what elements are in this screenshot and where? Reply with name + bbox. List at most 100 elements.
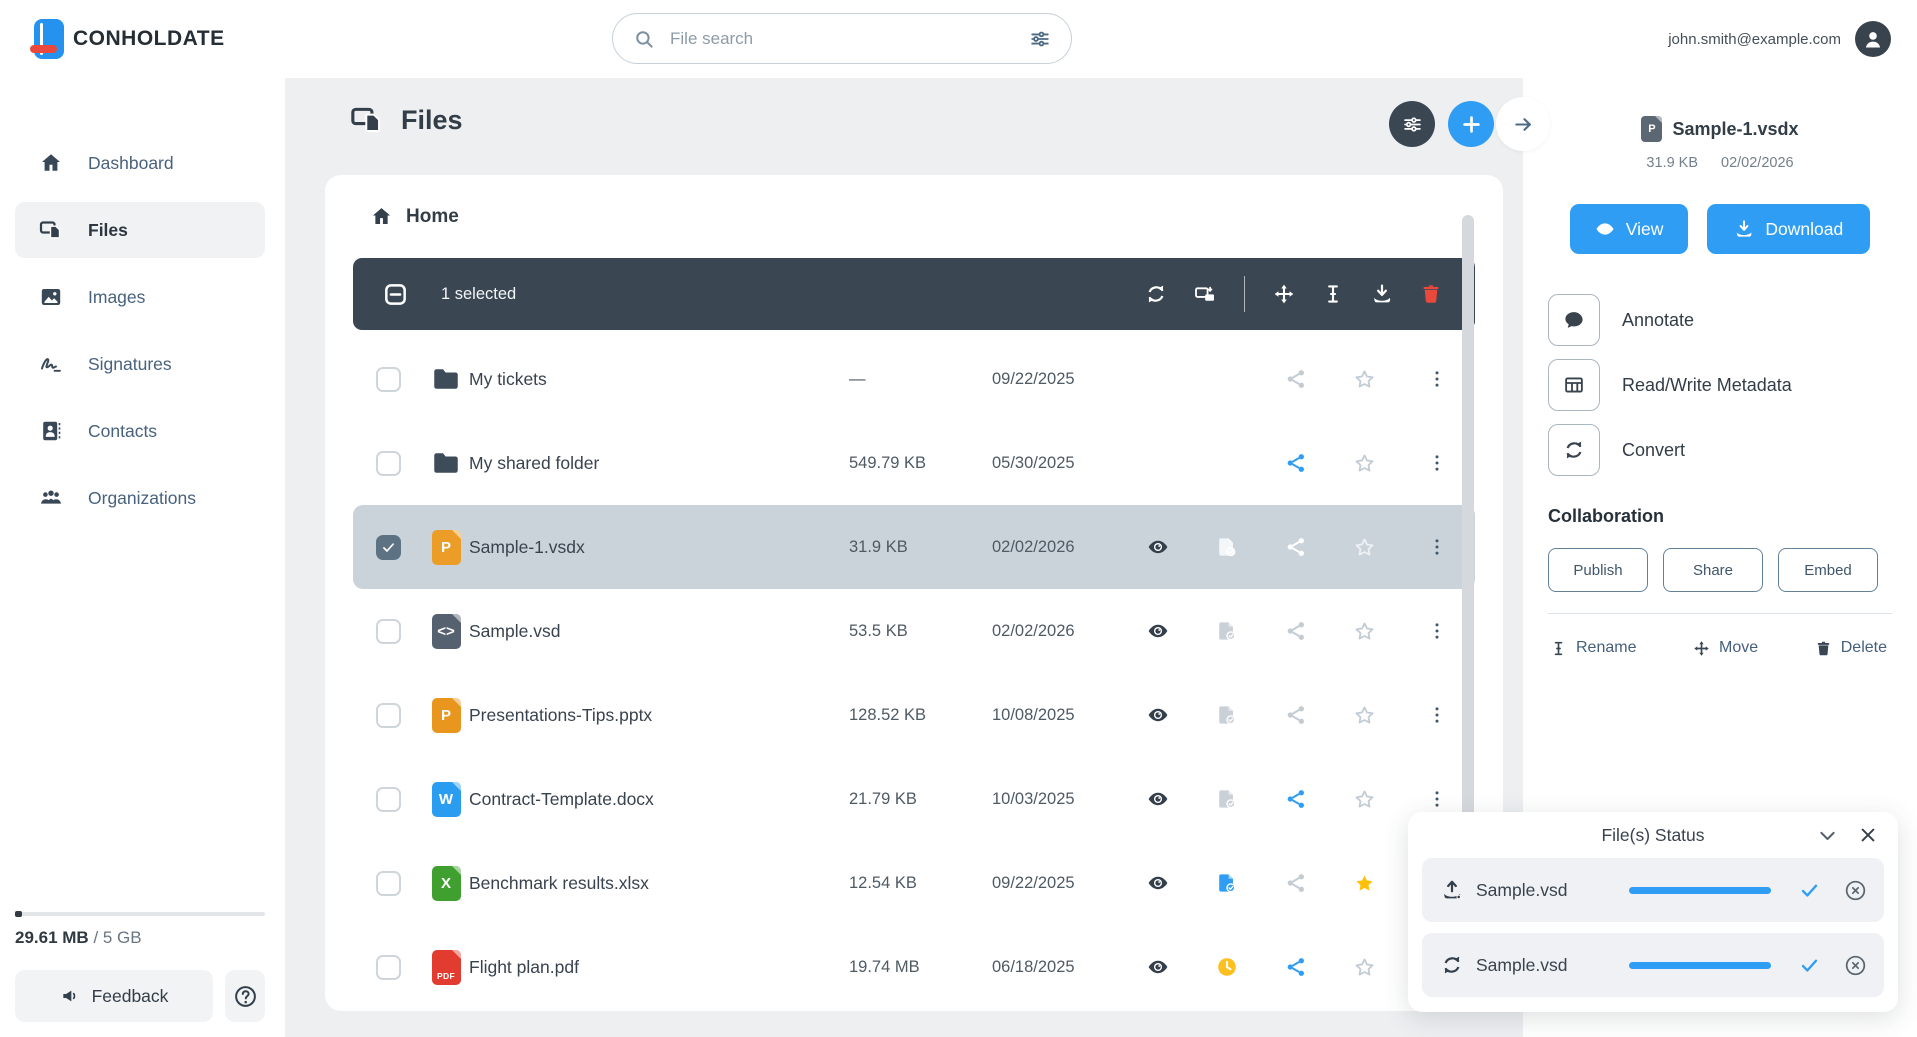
close-status-button[interactable] bbox=[1858, 825, 1878, 845]
share-button[interactable] bbox=[1261, 452, 1330, 474]
speech-icon-button[interactable] bbox=[1548, 294, 1600, 346]
progress-bar bbox=[1629, 886, 1771, 894]
help-button[interactable] bbox=[225, 970, 265, 1022]
row-checkbox[interactable] bbox=[375, 618, 401, 644]
toolbar-convert-button[interactable] bbox=[1138, 276, 1174, 312]
details-action-convert[interactable]: Convert bbox=[1548, 424, 1917, 476]
cancel-task-button[interactable] bbox=[1844, 879, 1867, 902]
feedback-button[interactable]: Feedback bbox=[15, 970, 213, 1022]
view-file-button[interactable] bbox=[1123, 704, 1192, 726]
favorite-button[interactable] bbox=[1330, 788, 1399, 811]
share-button[interactable]: Share bbox=[1663, 548, 1763, 592]
favorite-button[interactable] bbox=[1330, 956, 1399, 979]
view-file-button[interactable] bbox=[1123, 956, 1192, 978]
file-row[interactable]: PDF Flight plan.pdf 19.74 MB 06/18/2025 bbox=[353, 925, 1475, 1009]
sidebar-item-dashboard[interactable]: Dashboard bbox=[15, 135, 265, 191]
details-action-annotate[interactable]: Annotate bbox=[1548, 294, 1917, 346]
avatar[interactable] bbox=[1855, 21, 1891, 57]
share-button[interactable] bbox=[1261, 872, 1330, 894]
row-checkbox[interactable] bbox=[375, 786, 401, 812]
share-button[interactable] bbox=[1261, 368, 1330, 390]
view-file-button[interactable] bbox=[1123, 536, 1192, 558]
file-row[interactable]: My tickets — 09/22/2025 bbox=[353, 337, 1475, 421]
view-button[interactable]: View bbox=[1569, 204, 1689, 254]
file-type-badge: W bbox=[438, 790, 454, 808]
add-button[interactable] bbox=[1448, 101, 1494, 147]
row-checkbox[interactable] bbox=[375, 366, 401, 392]
favorite-button[interactable] bbox=[1330, 620, 1399, 643]
table-icon-button[interactable] bbox=[1548, 359, 1600, 411]
collapse-panel-button[interactable] bbox=[1496, 97, 1550, 151]
sidebar-item-label: Signatures bbox=[88, 353, 172, 374]
share-button[interactable] bbox=[1261, 620, 1330, 642]
kebab-icon bbox=[1427, 537, 1447, 557]
sidebar-item-organizations[interactable]: Organizations bbox=[15, 470, 265, 526]
collapse-status-button[interactable] bbox=[1817, 825, 1838, 846]
row-checkbox[interactable] bbox=[375, 702, 401, 728]
row-checkbox[interactable] bbox=[375, 870, 401, 896]
sidebar-nav: Dashboard Files Images Signatures Contacts Or… bbox=[0, 78, 285, 526]
storage-quota: / 5 GB bbox=[93, 928, 142, 947]
move-button[interactable]: Move bbox=[1693, 639, 1758, 657]
delete-button[interactable]: Delete bbox=[1815, 639, 1887, 657]
select-all-checkbox[interactable] bbox=[383, 282, 408, 307]
sidebar-item-files[interactable]: Files bbox=[15, 202, 265, 258]
toolbar-rename-button[interactable] bbox=[1315, 276, 1351, 312]
view-file-button[interactable] bbox=[1123, 620, 1192, 642]
details-action-read-write-metadata[interactable]: Read/Write Metadata bbox=[1548, 359, 1917, 411]
share-button[interactable] bbox=[1261, 788, 1330, 810]
circle-x-icon bbox=[1844, 954, 1867, 977]
sidebar-item-contacts[interactable]: Contacts bbox=[15, 403, 265, 459]
share-button[interactable] bbox=[1261, 536, 1330, 558]
toolbar-move-button[interactable] bbox=[1266, 276, 1302, 312]
processing-status-button[interactable] bbox=[1192, 956, 1261, 978]
doc-status-button[interactable] bbox=[1192, 788, 1261, 810]
doc-status-button[interactable] bbox=[1192, 704, 1261, 726]
publish-button[interactable]: Publish bbox=[1548, 548, 1648, 592]
row-checkbox[interactable] bbox=[375, 450, 401, 476]
toolbar-download-button[interactable] bbox=[1364, 276, 1400, 312]
favorite-button[interactable] bbox=[1330, 368, 1399, 391]
eye-icon bbox=[1147, 536, 1169, 558]
sidebar-item-signatures[interactable]: Signatures bbox=[15, 336, 265, 392]
progress-bar bbox=[1629, 961, 1771, 969]
file-row[interactable]: W Contract-Template.docx 21.79 KB 10/03/202… bbox=[353, 757, 1475, 841]
refresh-icon-button[interactable] bbox=[1548, 424, 1600, 476]
rename-button[interactable]: Rename bbox=[1550, 639, 1636, 657]
file-row[interactable]: My shared folder 549.79 KB 05/30/2025 bbox=[353, 421, 1475, 505]
file-row[interactable]: P Presentations-Tips.pptx 128.52 KB 10/08/2… bbox=[353, 673, 1475, 757]
favorite-button[interactable] bbox=[1330, 872, 1399, 895]
toolbar-delete-button[interactable] bbox=[1413, 276, 1449, 312]
share-button[interactable] bbox=[1261, 704, 1330, 726]
file-row[interactable]: P Sample-1.vsdx 31.9 KB 02/02/2026 bbox=[353, 505, 1475, 589]
search-filter-icon[interactable] bbox=[1029, 28, 1051, 50]
favorite-button[interactable] bbox=[1330, 704, 1399, 727]
check-icon bbox=[1799, 880, 1820, 901]
row-checkbox[interactable] bbox=[375, 954, 401, 980]
view-file-button[interactable] bbox=[1123, 872, 1192, 894]
brand-logo[interactable]: CONHOLDATE bbox=[30, 19, 225, 59]
file-row[interactable]: X Benchmark results.xlsx 12.54 KB 09/22/202… bbox=[353, 841, 1475, 925]
download-button[interactable]: Download bbox=[1707, 204, 1871, 254]
favorite-button[interactable] bbox=[1330, 536, 1399, 559]
upload-icon bbox=[1441, 879, 1463, 901]
embed-button[interactable]: Embed bbox=[1778, 548, 1878, 592]
sidebar-item-images[interactable]: Images bbox=[15, 269, 265, 325]
doc-status-button[interactable] bbox=[1192, 872, 1261, 894]
file-row[interactable]: <> Sample.vsd 53.5 KB 02/02/2026 bbox=[353, 589, 1475, 673]
view-file-button[interactable] bbox=[1123, 788, 1192, 810]
cancel-task-button[interactable] bbox=[1844, 954, 1867, 977]
app: CONHOLDATE john.smith@example.com Dashbo… bbox=[0, 0, 1917, 1037]
details-action-label: Convert bbox=[1622, 439, 1686, 460]
doc-status-button[interactable] bbox=[1192, 536, 1261, 558]
favorite-button[interactable] bbox=[1330, 452, 1399, 475]
share-button[interactable] bbox=[1261, 956, 1330, 978]
search-input[interactable] bbox=[668, 27, 1016, 50]
doc-status-button[interactable] bbox=[1192, 620, 1261, 642]
storage-bar bbox=[15, 911, 265, 917]
breadcrumb[interactable]: Home bbox=[370, 205, 459, 228]
row-checkbox[interactable] bbox=[375, 534, 401, 560]
folder-icon bbox=[431, 448, 461, 478]
filter-button[interactable] bbox=[1389, 101, 1435, 147]
toolbar-compare-button[interactable] bbox=[1187, 276, 1223, 312]
